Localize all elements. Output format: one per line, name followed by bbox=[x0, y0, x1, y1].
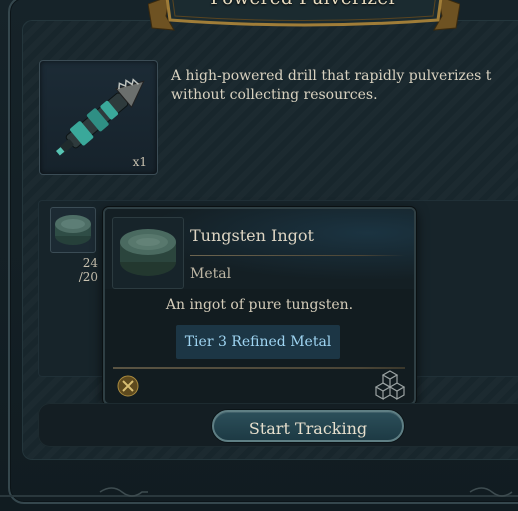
description-line-2: without collecting resources. bbox=[171, 87, 378, 103]
tooltip-footer-divider bbox=[113, 367, 405, 369]
ingot-icon bbox=[55, 215, 91, 245]
tooltip-item-type: Metal bbox=[190, 266, 232, 282]
tooltip-item-description: An ingot of pure tungsten. bbox=[165, 297, 354, 313]
tooltip-divider bbox=[190, 255, 405, 256]
start-tracking-button[interactable]: Start Tracking bbox=[212, 410, 404, 442]
item-tooltip: Tungsten Ingot Metal An ingot of pure tu… bbox=[103, 207, 416, 405]
material-have: 24 bbox=[82, 256, 98, 270]
material-slot-tungsten[interactable] bbox=[50, 207, 96, 253]
tooltip-item-slot bbox=[112, 217, 184, 289]
tooltip-tier-badge: Tier 3 Refined Metal bbox=[176, 325, 340, 359]
tooltip-item-name: Tungsten Ingot bbox=[190, 226, 314, 245]
description-line-1: A high-powered drill that rapidly pulver… bbox=[171, 68, 492, 84]
item-description: A high-powered drill that rapidly pulver… bbox=[171, 67, 518, 105]
item-quantity: x1 bbox=[132, 155, 147, 169]
window-title: Powered Pulverizer bbox=[148, 0, 460, 9]
material-count: 24 /20 bbox=[72, 256, 98, 284]
bottom-ornament bbox=[0, 487, 518, 497]
pickaxe-hammer-icon bbox=[117, 375, 139, 397]
material-need: /20 bbox=[78, 270, 98, 284]
ingot-icon bbox=[120, 229, 176, 276]
crafted-item-slot[interactable]: x1 bbox=[39, 60, 158, 175]
cubes-icon bbox=[373, 369, 407, 401]
crafting-window: Powered Pulverizer x1 A high-powered dri… bbox=[0, 0, 518, 511]
title-banner: Powered Pulverizer bbox=[148, 0, 460, 38]
